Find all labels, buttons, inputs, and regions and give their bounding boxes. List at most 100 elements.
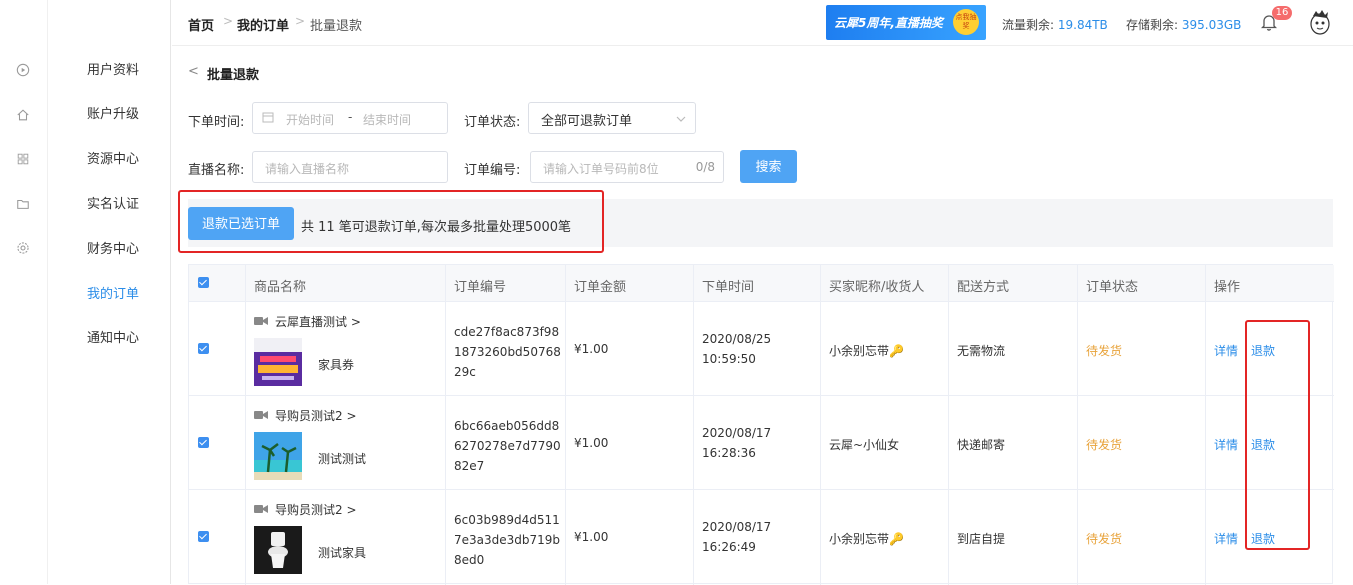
order-no-placeholder: 请输入订单号码前8位 [543, 162, 659, 176]
folder-icon[interactable] [16, 197, 30, 211]
sidebar: 用户资料 账户升级 资源中心 实名认证 财务中心 我的订单 通知中心 [49, 0, 171, 584]
page-title: 批量退款 [207, 68, 260, 83]
table-row: 导购员测试2 > 测试测试 6bc66aeb056dd86270278e7d77… [189, 396, 1334, 490]
order-amount: ¥1.00 [574, 342, 609, 356]
order-date: 2020/08/17 [702, 426, 772, 440]
order-amount: ¥1.00 [574, 436, 609, 450]
traffic-remaining: 流量剩余: 19.84TB [1002, 16, 1108, 33]
row-checkbox[interactable] [198, 343, 209, 354]
refund-summary: 共 11 笔可退款订单,每次最多批量处理5000笔 [301, 220, 572, 235]
end-date-placeholder: 结束时间 [363, 113, 412, 127]
delivery-method: 无需物流 [957, 344, 1006, 358]
orders-table: 商品名称 订单编号 订单金额 下单时间 买家昵称/收货人 配送方式 订单状态 操… [188, 264, 1334, 585]
table-row: 云犀直播测试 > 家具券 cde27f8ac873f981873260bd507… [189, 302, 1334, 396]
live-name-link[interactable]: 导购员测试2 > [275, 501, 357, 518]
traffic-value: 19.84TB [1057, 18, 1108, 32]
avatar[interactable] [1308, 8, 1332, 36]
product-name: 测试测试 [318, 452, 367, 466]
refund-link[interactable]: 退款 [1251, 436, 1275, 453]
sidebar-item-finance[interactable]: 财务中心 [87, 238, 139, 257]
breadcrumb-separator-icon: > [295, 14, 306, 28]
detail-link[interactable]: 详情 [1214, 436, 1238, 453]
chevron-down-icon [676, 113, 686, 123]
buyer-name: 小余别忘带🔑 [829, 344, 904, 358]
home-icon[interactable] [16, 108, 30, 122]
product-name: 家具券 [318, 358, 355, 372]
select-all-checkbox[interactable] [198, 277, 209, 288]
breadcrumb-orders[interactable]: 我的订单 [237, 15, 289, 34]
calendar-icon [262, 111, 274, 123]
order-no-counter: 0/8 [695, 160, 715, 174]
start-date-placeholder: 开始时间 [286, 113, 335, 127]
order-amount: ¥1.00 [574, 530, 609, 544]
product-thumbnail [254, 432, 302, 480]
refund-selected-button[interactable]: 退款已选订单 [188, 207, 294, 240]
status-badge: 待发货 [1086, 438, 1123, 452]
promo-banner-badge: 点我抽奖 [953, 9, 979, 35]
order-time: 10:59:50 [702, 352, 756, 366]
order-date: 2020/08/25 [702, 332, 772, 346]
status-badge: 待发货 [1086, 532, 1123, 546]
detail-link[interactable]: 详情 [1214, 530, 1238, 547]
top-bar: 首页 > 我的订单 > 批量退款 云犀5周年,直播抽奖 点我抽奖 流量剩余: 1… [172, 0, 1353, 46]
range-separator: - [348, 110, 353, 124]
breadcrumb-home[interactable]: 首页 [188, 15, 214, 34]
column-header-order-time: 下单时间 [702, 280, 755, 295]
refund-link[interactable]: 退款 [1251, 342, 1275, 359]
order-number: 6c03b989d4d5117e3a3de3db719b8ed0 [454, 513, 561, 567]
live-name-link[interactable]: 导购员测试2 > [275, 407, 357, 424]
row-checkbox[interactable] [198, 531, 209, 542]
column-header-actions: 操作 [1214, 280, 1241, 295]
order-status-value: 全部可退款订单 [541, 114, 633, 129]
buyer-name: 云犀~小仙女 [829, 438, 900, 452]
order-number: 6bc66aeb056dd86270278e7d779082e7 [454, 419, 561, 473]
product-name: 测试家具 [318, 546, 367, 560]
live-name-placeholder: 请输入直播名称 [265, 162, 350, 176]
grid-icon[interactable] [16, 152, 30, 166]
column-header-delivery: 配送方式 [957, 280, 1010, 295]
traffic-label: 流量剩余: [1002, 18, 1055, 32]
product-thumbnail [254, 526, 302, 574]
order-time: 16:26:49 [702, 540, 756, 554]
promo-banner[interactable]: 云犀5周年,直播抽奖 点我抽奖 [826, 5, 986, 40]
table-row: 导购员测试2 > 测试家具 6c03b989d4d5117e3a3de3db71… [189, 490, 1334, 584]
order-no-input[interactable]: 请输入订单号码前8位 0/8 [530, 151, 724, 183]
date-range-picker[interactable]: 开始时间 - 结束时间 [252, 102, 448, 134]
chevron-left-icon[interactable]: < [188, 64, 199, 79]
product-thumbnail [254, 338, 302, 386]
play-circle-icon[interactable] [16, 63, 30, 77]
live-name-link[interactable]: 云犀直播测试 > [275, 313, 361, 330]
detail-link[interactable]: 详情 [1214, 342, 1238, 359]
order-time: 16:28:36 [702, 446, 756, 460]
sidebar-item-verification[interactable]: 实名认证 [87, 193, 139, 212]
sidebar-item-resources[interactable]: 资源中心 [87, 148, 139, 167]
sidebar-item-profile[interactable]: 用户资料 [87, 59, 139, 78]
order-status-select[interactable]: 全部可退款订单 [528, 102, 696, 134]
row-checkbox[interactable] [198, 437, 209, 448]
settings-icon[interactable] [16, 241, 30, 255]
refund-link[interactable]: 退款 [1251, 530, 1275, 547]
promo-banner-text: 云犀5周年,直播抽奖 [834, 16, 943, 30]
column-header-product: 商品名称 [254, 280, 307, 295]
order-time-label: 下单时间: [188, 115, 245, 130]
live-name-input[interactable]: 请输入直播名称 [252, 151, 448, 183]
delivery-method: 到店自提 [957, 532, 1006, 546]
sidebar-item-upgrade[interactable]: 账户升级 [87, 103, 139, 122]
video-camera-icon [254, 410, 268, 420]
video-camera-icon [254, 316, 268, 326]
order-number: cde27f8ac873f981873260bd5076829c [454, 325, 561, 379]
search-button[interactable]: 搜索 [740, 150, 797, 183]
notification-badge: 16 [1272, 6, 1292, 20]
live-name-label: 直播名称: [188, 163, 245, 178]
column-header-status: 订单状态 [1086, 280, 1139, 295]
column-header-amount: 订单金额 [574, 280, 627, 295]
icon-rail [0, 0, 48, 584]
sidebar-item-orders[interactable]: 我的订单 [87, 283, 139, 302]
column-header-buyer: 买家昵称/收货人 [829, 280, 925, 295]
storage-remaining: 存储剩余: 395.03GB [1126, 16, 1241, 33]
order-no-label: 订单编号: [464, 163, 521, 178]
breadcrumb-separator-icon: > [223, 14, 234, 28]
column-header-order-no: 订单编号 [454, 280, 507, 295]
order-status-label: 订单状态: [464, 115, 521, 130]
sidebar-item-notifications[interactable]: 通知中心 [87, 327, 139, 346]
